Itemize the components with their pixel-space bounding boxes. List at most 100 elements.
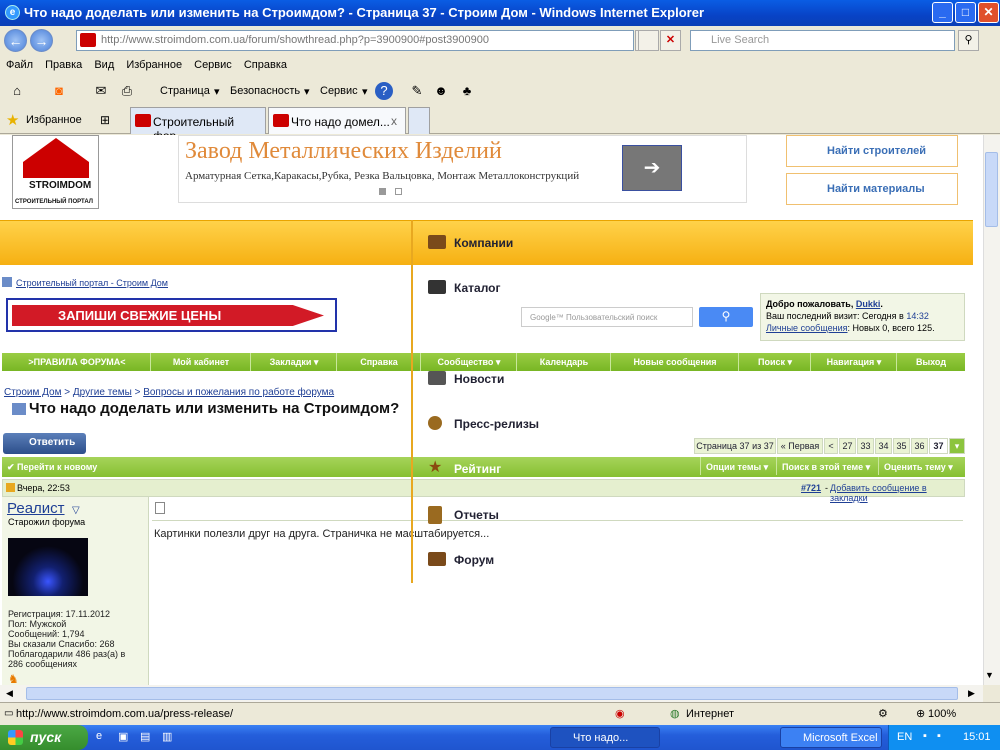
username-link[interactable]: Dukki <box>856 299 881 309</box>
nav-bookmarks[interactable]: Закладки ▾ <box>252 357 336 368</box>
go-new-link[interactable]: ✔ Перейти к новому <box>7 462 97 473</box>
tab-stroitelny[interactable]: Строительный фор... <box>130 107 266 143</box>
start-button[interactable]: пуск <box>0 725 88 750</box>
nav-logout[interactable]: Выход <box>898 357 964 367</box>
ad-dot[interactable] <box>379 188 386 195</box>
contacts-icon[interactable]: ♣ <box>458 82 476 100</box>
page-dropdown-icon[interactable]: ▾ <box>949 438 965 454</box>
tray-icon[interactable]: ▪ <box>937 730 941 742</box>
ad-dot[interactable] <box>395 188 402 195</box>
user-avatar[interactable] <box>8 538 88 596</box>
menu-help[interactable]: Справка <box>244 59 287 71</box>
nav-navigation[interactable]: Навигация ▾ <box>812 357 896 368</box>
messenger-icon[interactable]: ☻ <box>432 82 450 100</box>
site-logo[interactable]: STROIMDOM СТРОИТЕЛЬНЫЙ ПОРТАЛ <box>12 135 99 209</box>
quicklaunch-app-icon[interactable]: ▥ <box>162 730 172 743</box>
task-excel[interactable]: Microsoft Excel <box>780 727 882 748</box>
dropdown-reports[interactable]: Отчеты <box>454 508 499 522</box>
status-privacy-icon[interactable]: ◉ <box>615 707 625 720</box>
nav-help[interactable]: Справка <box>338 357 420 367</box>
scroll-down-icon[interactable]: ▼ <box>985 670 994 680</box>
dropdown-forum[interactable]: Форум <box>454 553 494 567</box>
page-prev[interactable]: < <box>824 438 838 454</box>
menu-edit[interactable]: Правка <box>45 59 82 71</box>
dropdown-companies[interactable]: Компании <box>454 236 513 250</box>
bookmark-post-link[interactable]: Добавить сообщение в закладки <box>830 483 964 503</box>
url-input[interactable]: http://www.stroimdom.com.ua/forum/showth… <box>76 30 634 51</box>
zoom-icon[interactable]: ⊕ <box>916 707 925 720</box>
mail-icon[interactable]: ✉ <box>92 82 110 100</box>
rate-thread-menu[interactable]: Оценить тему ▾ <box>884 462 953 473</box>
tray-icon[interactable]: ▪ <box>923 730 927 742</box>
page-link[interactable]: 35 <box>893 438 910 454</box>
page-link[interactable]: 36 <box>911 438 928 454</box>
breadcrumb-other[interactable]: Другие темы <box>73 387 132 398</box>
private-messages-link[interactable]: Личные сообщения <box>766 323 848 333</box>
portal-link[interactable]: Строительный портал - Строим Дом <box>16 278 168 288</box>
protected-mode-icon[interactable]: ⚙ <box>878 707 888 720</box>
security-menu[interactable]: Безопасность <box>230 85 300 97</box>
search-icon[interactable]: ⚲ <box>958 30 979 51</box>
page-first[interactable]: « Первая <box>777 438 823 454</box>
google-search-input[interactable]: Google™ Пользовательский поиск <box>521 307 693 327</box>
home-icon[interactable]: ⌂ <box>8 82 26 100</box>
google-search-button[interactable]: ⚲ <box>699 307 753 327</box>
nav-cabinet[interactable]: Мой кабинет <box>152 357 250 367</box>
close-button[interactable]: ✕ <box>978 2 999 23</box>
back-button[interactable]: ← <box>4 29 27 52</box>
nav-rules[interactable]: >ПРАВИЛА ФОРУМА< <box>4 357 150 367</box>
language-indicator[interactable]: EN <box>897 731 912 743</box>
horizontal-scroll-thumb[interactable] <box>26 687 958 700</box>
user-menu-arrow-icon[interactable]: ▽ <box>72 505 80 516</box>
prices-banner[interactable]: ЗАПИШИ СВЕЖИЕ ЦЕНЫ <box>6 298 337 332</box>
page-menu[interactable]: Страница <box>160 85 210 97</box>
search-input[interactable]: Live Search <box>690 30 955 51</box>
page-link[interactable]: 34 <box>875 438 892 454</box>
menu-favorites[interactable]: Избранное <box>126 59 182 71</box>
thread-options-menu[interactable]: Опции темы ▾ <box>706 462 768 473</box>
minimize-button[interactable]: _ <box>932 2 953 23</box>
new-tab-button[interactable] <box>408 107 430 134</box>
post-username[interactable]: Реалист <box>7 500 65 517</box>
page-link[interactable]: 33 <box>857 438 874 454</box>
ad-banner[interactable]: Завод Металлических Изделий Арматурная С… <box>178 135 747 203</box>
status-zoom[interactable]: 100% <box>928 708 956 720</box>
dropdown-catalog[interactable]: Каталог <box>454 281 501 295</box>
tools-menu[interactable]: Сервис <box>320 85 358 97</box>
print-icon[interactable]: ⎙ <box>118 82 136 100</box>
menu-view[interactable]: Вид <box>94 59 114 71</box>
find-materials-button[interactable]: Найти материалы <box>786 173 958 205</box>
breadcrumb-home[interactable]: Строим Дом <box>4 387 62 398</box>
maximize-button[interactable]: □ <box>955 2 976 23</box>
nav-community[interactable]: Сообщество ▾ <box>422 357 516 368</box>
dropdown-press[interactable]: Пресс-релизы <box>454 417 539 431</box>
post-number[interactable]: #721 <box>801 483 821 493</box>
forward-button[interactable]: → <box>30 29 53 52</box>
scroll-left-icon[interactable]: ◀ <box>6 688 13 699</box>
quick-tabs-icon[interactable]: ⊞ <box>100 113 110 127</box>
help-icon[interactable]: ? <box>375 82 393 100</box>
menu-tools[interactable]: Сервис <box>194 59 232 71</box>
nav-calendar[interactable]: Календарь <box>518 357 610 367</box>
research-icon[interactable]: ✎ <box>408 82 426 100</box>
favorites-button[interactable]: Избранное <box>26 114 82 126</box>
quicklaunch-desktop-icon[interactable]: ▣ <box>118 730 128 743</box>
find-builders-button[interactable]: Найти строителей <box>786 135 958 167</box>
tab-chto-nado[interactable]: Что надо домел... x <box>268 107 406 134</box>
dropdown-rating[interactable]: Рейтинг <box>454 462 501 476</box>
task-ie-window[interactable]: Что надо... <box>550 727 660 748</box>
breadcrumb-questions[interactable]: Вопросы и пожелания по работе форума <box>143 387 334 398</box>
page-link[interactable]: 27 <box>839 438 856 454</box>
thread-search-menu[interactable]: Поиск в этой теме ▾ <box>782 462 870 473</box>
reply-button[interactable]: Ответить <box>3 433 86 454</box>
refresh-button[interactable] <box>638 30 659 51</box>
tab-close-icon[interactable]: x <box>391 114 397 128</box>
nav-new-posts[interactable]: Новые сообщения <box>612 357 738 367</box>
rss-icon[interactable]: ◙ <box>50 82 68 100</box>
quicklaunch-app-icon[interactable]: ▤ <box>140 730 150 743</box>
stop-button[interactable]: ✕ <box>660 30 681 51</box>
menu-file[interactable]: Файл <box>6 59 33 71</box>
star-icon[interactable]: ★ <box>6 111 19 129</box>
dropdown-news[interactable]: Новости <box>454 372 504 386</box>
nav-search[interactable]: Поиск ▾ <box>740 357 810 368</box>
